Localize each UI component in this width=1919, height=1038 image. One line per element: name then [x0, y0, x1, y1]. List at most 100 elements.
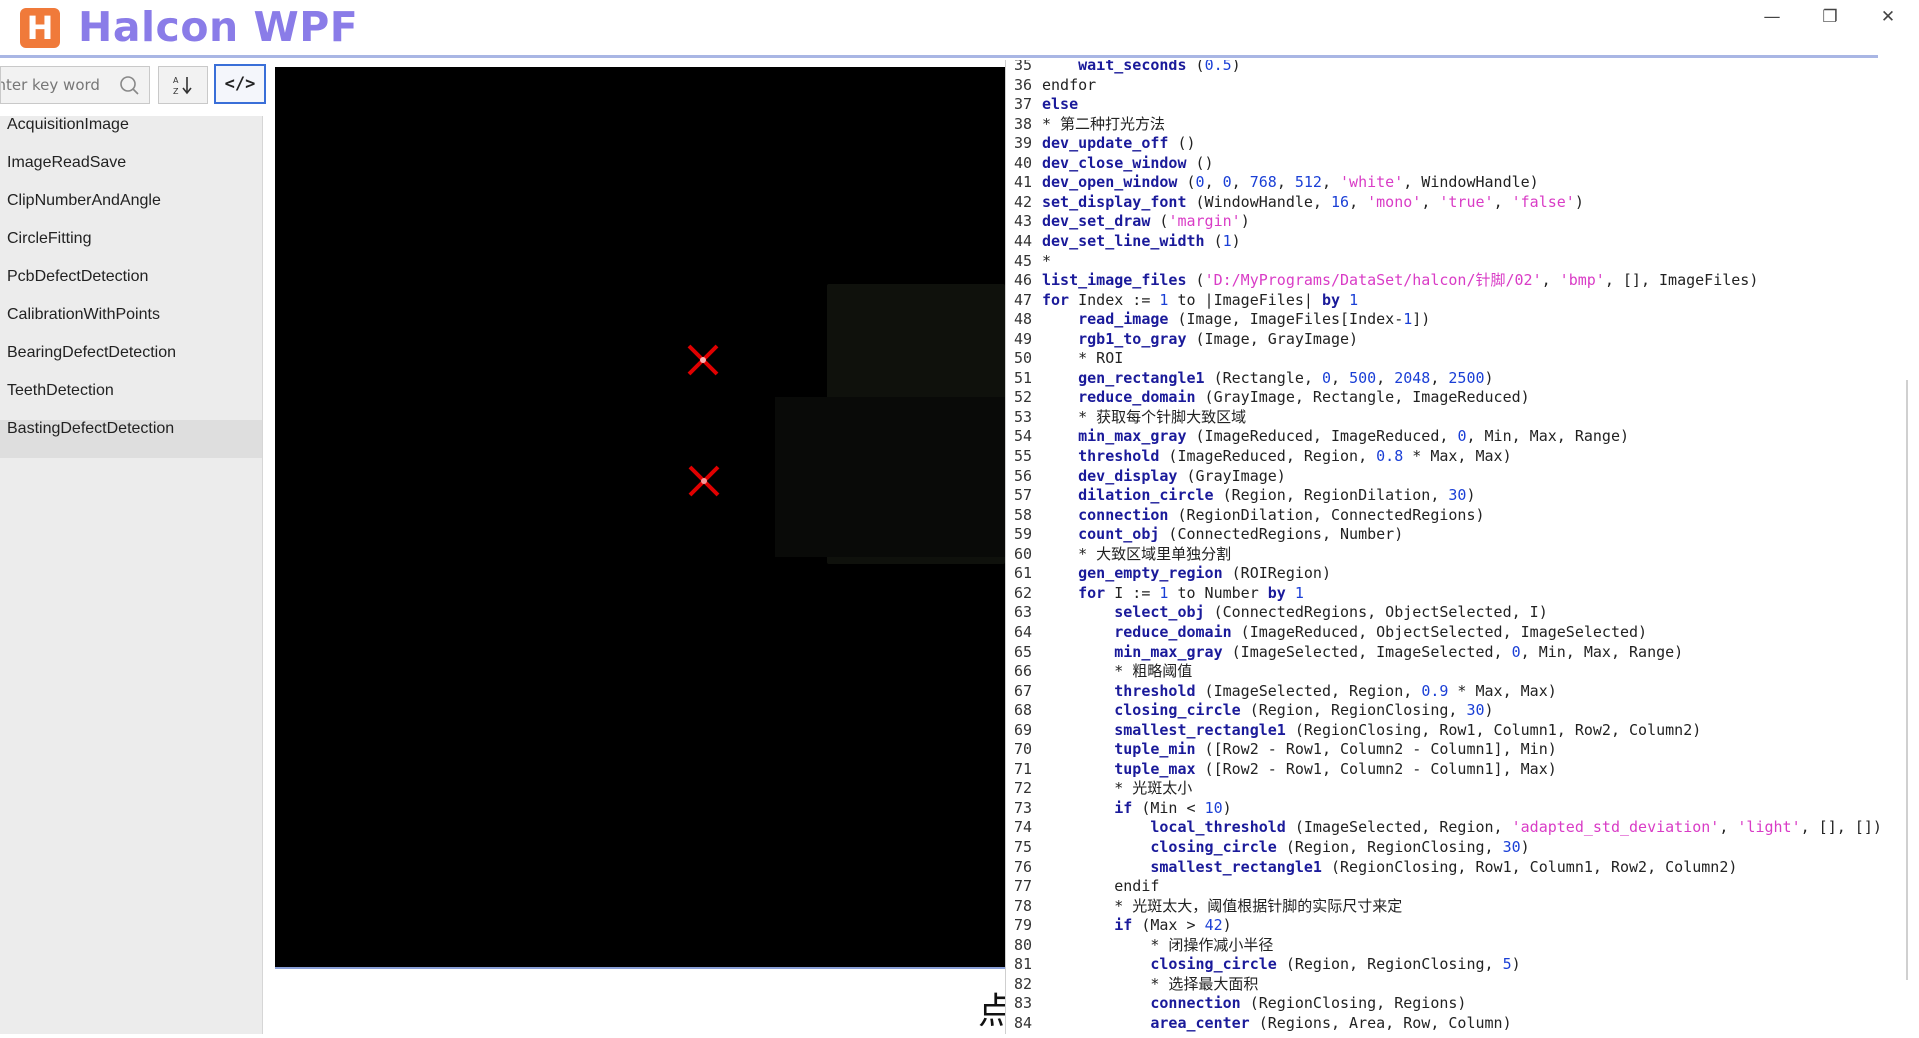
line-number: 75 [1013, 838, 1032, 856]
code-token: 2500 [1448, 368, 1485, 387]
code-token: 0 [1195, 173, 1205, 192]
viewer-divider [275, 967, 1005, 969]
code-token: reduce_domain [1114, 622, 1232, 641]
code-line: 82 * 选择最大面积 [1006, 975, 1259, 995]
list-item[interactable]: CircleFitting [0, 230, 262, 268]
list-item[interactable]: CalibrationWithPoints [0, 306, 262, 344]
code-token: (Max > [1132, 916, 1205, 935]
code-token: 768 [1249, 173, 1277, 192]
list-item[interactable]: BastingDefectDetection [0, 420, 262, 458]
line-number: 47 [1013, 290, 1032, 309]
code-token: I := [1105, 583, 1160, 602]
image-shadow-region [775, 397, 1005, 557]
list-item[interactable]: AcquisitionImage [0, 116, 262, 154]
code-token: select_obj [1114, 603, 1205, 622]
line-number: 46 [1013, 271, 1032, 290]
code-token: 'margin' [1168, 212, 1241, 231]
list-item[interactable]: ImageReadSave [0, 154, 262, 192]
code-view-button[interactable]: </> [214, 64, 266, 104]
code-token: tuple_max [1114, 759, 1196, 778]
code-line: 76 smallest_rectangle1 (RegionClosing, R… [1006, 858, 1737, 878]
code-token: 0 [1511, 642, 1521, 661]
search-box[interactable] [0, 66, 150, 104]
code-token: 0.9 [1421, 681, 1449, 700]
image-viewer[interactable] [275, 67, 1005, 967]
search-icon[interactable] [119, 75, 139, 95]
line-number: 43 [1013, 212, 1032, 231]
list-item[interactable]: TeethDetection [0, 382, 262, 420]
code-token: () [1186, 153, 1214, 172]
code-line: 66 * 粗略阈值 [1006, 662, 1192, 682]
code-token: ) [1231, 231, 1241, 250]
close-button[interactable]: ✕ [1868, 4, 1908, 30]
code-token: threshold [1078, 447, 1160, 465]
code-token: (Image, GrayImage) [1186, 329, 1359, 348]
line-number: 70 [1013, 740, 1032, 759]
sort-button[interactable]: A Z [158, 66, 208, 104]
code-token: (RegionClosing, Row1, Column1, Row2, Col… [1321, 857, 1738, 876]
code-token: 'light' [1737, 818, 1801, 837]
minimize-button[interactable]: — [1752, 4, 1792, 30]
line-number: 68 [1013, 701, 1032, 720]
maximize-button[interactable]: ❐ [1810, 4, 1850, 30]
code-token: 'D:/MyPrograms/DataSet/halcon/针脚/02' [1204, 271, 1542, 290]
code-line: 36 endfor [1006, 76, 1096, 96]
code-line: 51 gen_rectangle1 (Rectangle, 0, 500, 20… [1006, 369, 1494, 389]
title-divider [0, 55, 1878, 58]
code-token: ) [1222, 916, 1232, 935]
code-token: , WindowHandle) [1403, 173, 1539, 192]
code-token: 0.5 [1204, 60, 1232, 74]
code-line: 67 threshold (ImageSelected, Region, 0.9… [1006, 682, 1557, 702]
code-token: 'true' [1439, 192, 1494, 211]
search-input[interactable] [1, 67, 113, 103]
code-token: closing_circle [1150, 838, 1277, 856]
code-token: connection [1150, 994, 1241, 1013]
code-token: (GrayImage) [1177, 466, 1286, 485]
code-line: 54 min_max_gray (ImageReduced, ImageRedu… [1006, 427, 1629, 447]
code-token: reduce_domain [1078, 388, 1196, 407]
line-number: 78 [1013, 896, 1032, 915]
line-number: 42 [1013, 192, 1032, 211]
code-token: else [1042, 95, 1079, 114]
line-number: 74 [1013, 818, 1032, 837]
line-number: 83 [1013, 994, 1032, 1013]
code-line: 74 local_threshold (ImageSelected, Regio… [1006, 818, 1882, 838]
code-token: threshold [1114, 681, 1196, 700]
code-token: * 粗略阈值 [1042, 662, 1193, 681]
line-number: 84 [1013, 1013, 1032, 1032]
code-editor[interactable]: 35 wait_seconds (0.5) 36 endfor 37 else 38 * 第… [1005, 60, 1910, 1034]
code-line: 44 dev_set_line_width (1) [1006, 232, 1241, 252]
list-item[interactable]: BearingDefectDetection [0, 344, 262, 382]
code-token: ) [1484, 368, 1494, 387]
code-token: read_image [1078, 310, 1169, 329]
code-token: (Region, RegionClosing, [1240, 701, 1467, 720]
list-item[interactable]: ClipNumberAndAngle [0, 192, 262, 230]
code-token: 42 [1204, 916, 1223, 935]
line-number: 36 [1013, 75, 1032, 94]
code-token: 30 [1466, 701, 1485, 720]
code-scrollbar[interactable] [1906, 380, 1908, 980]
app-logo-icon: H [20, 8, 60, 48]
code-token: , [1204, 173, 1223, 192]
line-number: 51 [1013, 368, 1032, 387]
line-number: 56 [1013, 466, 1032, 485]
code-line: 53 * 获取每个针脚大致区域 [1006, 408, 1246, 428]
code-line: 63 select_obj (ConnectedRegions, ObjectS… [1006, 603, 1548, 623]
code-token: ) [1511, 955, 1521, 974]
list-item[interactable]: PcbDefectDetection [0, 268, 262, 306]
code-token: * ROI [1042, 349, 1124, 368]
code-line: 80 * 闭操作减小半径 [1006, 936, 1274, 956]
code-line: 61 gen_empty_region (ROIRegion) [1006, 564, 1331, 584]
code-token: ([Row2 - Row1, Column2 - Column1], Min) [1195, 740, 1557, 759]
